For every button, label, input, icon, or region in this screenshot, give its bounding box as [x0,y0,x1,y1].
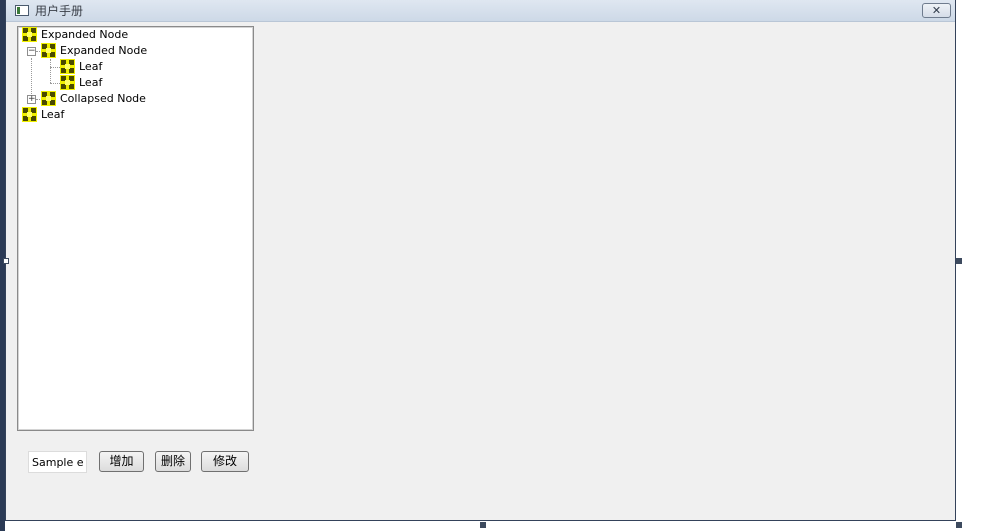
tree-node-label: Leaf [79,60,103,73]
tree-node-leaf[interactable]: Leaf [60,59,102,75]
tree-node-label: Expanded Node [41,28,129,41]
node-icon [41,43,56,58]
tree-connector [50,67,60,68]
tree-connector [31,58,32,98]
node-icon [60,75,75,90]
tree-connector [50,59,51,83]
close-button[interactable]: ✕ [922,3,951,18]
modify-button[interactable]: 修改 [201,451,249,472]
resize-handle-bottom[interactable] [480,522,486,528]
tree-node-expanded[interactable]: Expanded Node [41,43,147,59]
designer-canvas: 用户手册 ✕ Expanded Node − Expanded Node Lea… [0,0,983,531]
node-icon [22,27,37,42]
resize-handle-left[interactable] [3,258,9,264]
delete-button[interactable]: 删除 [155,451,191,472]
tree-node-label: Leaf [79,76,103,89]
sample-edit-input[interactable] [28,451,87,473]
window-title: 用户手册 [35,4,84,18]
window-icon [15,5,29,16]
tree-node-label: Leaf [41,108,65,121]
node-icon [60,59,75,74]
resize-handle-corner[interactable] [956,522,962,528]
title-bar[interactable]: 用户手册 ✕ [6,0,955,22]
tree-node-leaf[interactable]: Leaf [22,107,64,123]
tree-node-collapsed[interactable]: Collapsed Node [41,91,146,107]
collapse-toggle[interactable]: − [27,47,36,56]
add-button[interactable]: 增加 [99,451,144,472]
tree-view[interactable]: Expanded Node − Expanded Node Leaf Leaf … [17,26,254,431]
resize-handle-right[interactable] [956,258,962,264]
tree-node-label: Expanded Node [60,44,148,57]
node-icon [41,91,56,106]
tree-node-leaf[interactable]: Leaf [60,75,102,91]
tree-node-label: Collapsed Node [60,92,146,105]
expand-toggle[interactable]: + [27,95,36,104]
node-icon [22,107,37,122]
main-window: 用户手册 ✕ Expanded Node − Expanded Node Lea… [5,0,956,521]
tree-connector [50,83,60,84]
tree-node-expanded[interactable]: Expanded Node [22,27,128,43]
